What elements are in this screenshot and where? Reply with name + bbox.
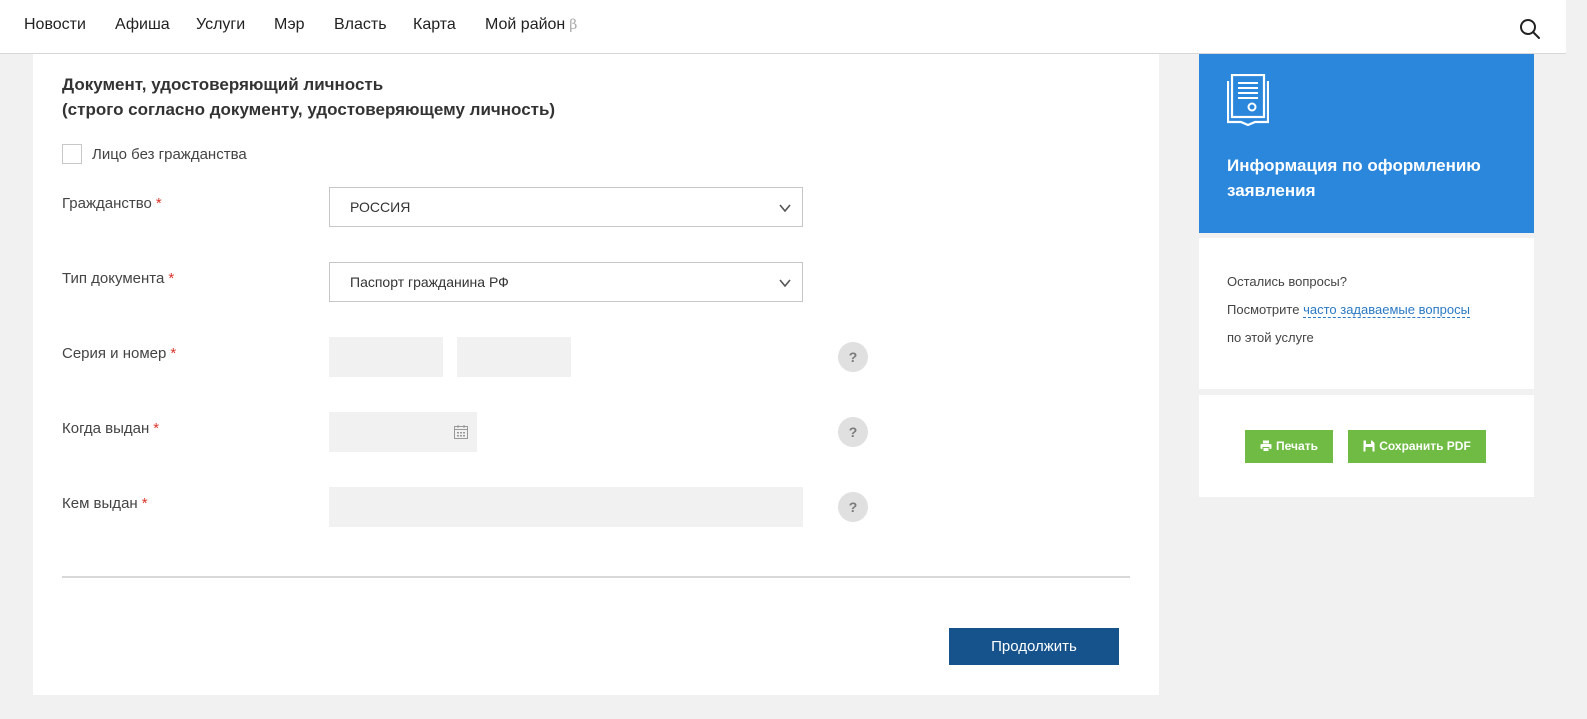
- required-mark: *: [155, 195, 162, 212]
- save-pdf-button-label: Сохранить PDF: [1379, 439, 1471, 453]
- citizenship-value: РОССИЯ: [350, 199, 411, 215]
- nav-item-my-district[interactable]: Мой район β: [485, 16, 577, 34]
- printer-icon: [1260, 440, 1272, 452]
- search-icon[interactable]: [1519, 18, 1541, 40]
- doc-type-select[interactable]: Паспорт гражданина РФ: [329, 262, 803, 302]
- series-number-label: Серия и номер *: [62, 345, 176, 362]
- nav-item-news[interactable]: Новости: [24, 16, 86, 34]
- calendar-icon[interactable]: [453, 424, 469, 440]
- help-button-series[interactable]: ?: [838, 342, 868, 372]
- issued-by-label-text: Кем выдан: [62, 495, 138, 512]
- form-title: Документ, удостоверяющий личность (строг…: [62, 72, 555, 122]
- help-button-issue-date[interactable]: ?: [838, 417, 868, 447]
- nav-item-government[interactable]: Власть: [334, 16, 387, 34]
- citizenship-label-text: Гражданство: [62, 195, 152, 212]
- required-mark: *: [141, 495, 148, 512]
- issued-by-input[interactable]: [329, 487, 803, 527]
- issued-by-label: Кем выдан *: [62, 495, 148, 512]
- info-card-title: Информация по оформлению заявления: [1227, 156, 1481, 200]
- print-button-label: Печать: [1276, 439, 1318, 453]
- document-icon: [1227, 74, 1269, 126]
- issue-date-label-text: Когда выдан: [62, 420, 150, 437]
- beta-badge: β: [569, 17, 578, 33]
- passport-number-input[interactable]: [457, 337, 571, 377]
- form-title-line-2: (строго согласно документу, удостоверяющ…: [62, 100, 556, 119]
- print-button[interactable]: Печать: [1245, 430, 1333, 463]
- issue-date-label: Когда выдан *: [62, 420, 159, 437]
- citizenship-label: Гражданство *: [62, 195, 162, 212]
- citizenship-select[interactable]: РОССИЯ: [329, 187, 803, 227]
- doc-type-value: Паспорт гражданина РФ: [350, 274, 509, 290]
- info-card[interactable]: Информация по оформлению заявления: [1199, 54, 1534, 233]
- actions-card: Печать Сохранить PDF: [1199, 395, 1534, 497]
- nav-item-afisha[interactable]: Афиша: [115, 16, 170, 34]
- form-divider: [62, 576, 1130, 578]
- faq-prefix: Посмотрите: [1227, 302, 1300, 317]
- series-number-label-text: Серия и номер: [62, 345, 167, 362]
- continue-button[interactable]: Продолжить: [949, 628, 1119, 665]
- stateless-checkbox-label: Лицо без гражданства: [92, 145, 247, 163]
- faq-question: Остались вопросы?: [1227, 274, 1347, 289]
- identity-document-form: Документ, удостоверяющий личность (строг…: [33, 54, 1159, 695]
- passport-series-input[interactable]: [329, 337, 443, 377]
- chevron-down-icon: [779, 204, 791, 213]
- stateless-checkbox-row[interactable]: Лицо без гражданства: [62, 144, 247, 164]
- stateless-checkbox[interactable]: [62, 144, 82, 164]
- save-pdf-button[interactable]: Сохранить PDF: [1348, 430, 1486, 463]
- faq-suffix: по этой услуге: [1227, 330, 1314, 345]
- nav-item-my-district-label: Мой район: [485, 16, 566, 33]
- top-navigation: Новости Афиша Услуги Мэр Власть Карта Мо…: [0, 0, 1566, 54]
- doc-type-label-text: Тип документа: [62, 270, 165, 287]
- form-title-line-1: Документ, удостоверяющий личность: [62, 75, 384, 94]
- required-mark: *: [168, 270, 175, 287]
- help-button-issued-by[interactable]: ?: [838, 492, 868, 522]
- chevron-down-icon: [779, 279, 791, 288]
- scrollbar[interactable]: [1566, 0, 1587, 719]
- doc-type-label: Тип документа *: [62, 270, 174, 287]
- faq-line-2: Посмотрите часто задаваемые вопросы: [1227, 302, 1470, 318]
- faq-link[interactable]: часто задаваемые вопросы: [1303, 302, 1470, 318]
- required-mark: *: [153, 420, 160, 437]
- nav-item-map[interactable]: Карта: [413, 16, 456, 34]
- required-mark: *: [170, 345, 177, 362]
- issue-date-input[interactable]: [329, 412, 477, 452]
- faq-card: Остались вопросы? Посмотрите часто задав…: [1199, 238, 1534, 389]
- save-icon: [1363, 440, 1375, 452]
- nav-item-services[interactable]: Услуги: [196, 16, 245, 34]
- nav-item-mayor[interactable]: Мэр: [274, 16, 305, 34]
